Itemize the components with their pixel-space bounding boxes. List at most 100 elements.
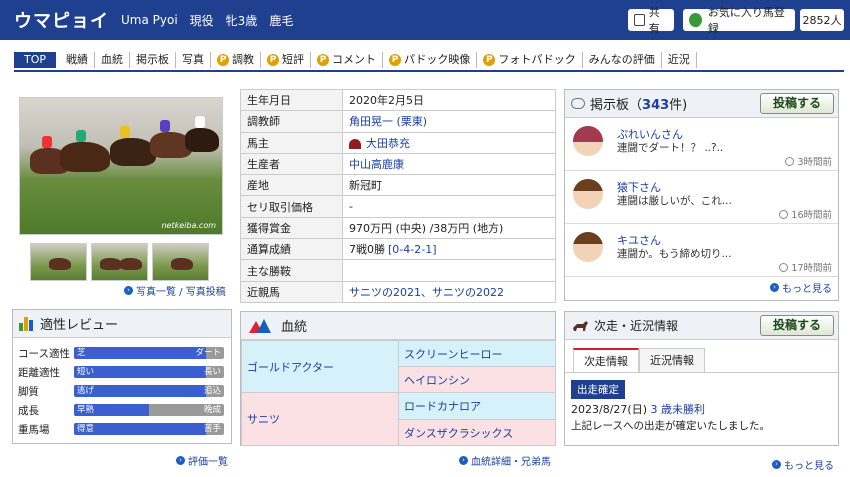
- clock-icon: [785, 156, 795, 166]
- tab-2[interactable]: 血統: [95, 52, 131, 68]
- profile-value-cell: 大田恭充: [342, 131, 556, 154]
- main-photo[interactable]: netkeiba.com: [19, 97, 223, 235]
- race-more-link[interactable]: › もっと見る: [772, 457, 834, 472]
- tab-0[interactable]: TOP: [14, 52, 57, 68]
- pedigree-dam-dam[interactable]: ダンスザクラシックス: [398, 419, 556, 446]
- profile-value[interactable]: 角田晃一 (栗東): [349, 115, 427, 128]
- arrow-icon: ›: [176, 456, 185, 465]
- profile-value[interactable]: 大田恭充: [366, 137, 410, 150]
- horse-name: ウマピョイ: [14, 11, 109, 32]
- tab-label: TOP: [24, 53, 47, 66]
- review-label: 脚質: [18, 385, 39, 398]
- profile-value-cell: 2020年2月5日: [342, 88, 556, 112]
- review-label: 距離適性: [18, 366, 60, 379]
- profile-value: 2020年2月5日: [349, 94, 424, 108]
- pedigree-dam[interactable]: サニツ: [241, 392, 399, 446]
- profile-label: 通算成績: [240, 238, 343, 261]
- profile-label: 近親馬: [240, 280, 343, 303]
- horse-coat: 鹿毛: [269, 13, 294, 28]
- share-button[interactable]: 共有: [628, 6, 674, 35]
- profile-label: 主な勝鞍: [240, 259, 343, 282]
- board-comment[interactable]: ぷれいんさん 連闘でダート！？ ..?.. 3時間前: [565, 118, 838, 171]
- review-right-label: 追込: [203, 386, 221, 396]
- race-info-panel: 次走・近況情報 投稿する 次走情報 近況情報 出走確定 2023/8/27(日)…: [564, 311, 839, 446]
- bar-chart-icon: [19, 316, 35, 331]
- tab-next-race[interactable]: 次走情報: [573, 348, 639, 372]
- race-more-label: もっと見る: [784, 461, 834, 472]
- board-comment[interactable]: 猿下さん 連闘は厳しいが、これ... 16時間前: [565, 171, 838, 224]
- premium-badge-icon: P: [267, 54, 280, 66]
- pedigree-sire-dam[interactable]: ヘイロンシン: [398, 366, 556, 393]
- profile-label: 生年月日: [240, 88, 343, 112]
- review-bar: 得意 苦手: [74, 423, 224, 435]
- jockey-figure: [42, 136, 52, 148]
- tab-11[interactable]: 近況: [662, 52, 697, 68]
- record-link[interactable]: [0-4-2-1]: [388, 243, 437, 256]
- pedigree-detail-label: 血統詳細・兄弟馬: [471, 457, 551, 468]
- profile-value-cell: 中山高鹿康: [342, 152, 556, 176]
- profile-table: 生年月日 2020年2月5日 調教師 角田晃一 (栗東) 馬主 大田恭充 生産者 中山高鹿康産…: [240, 88, 556, 303]
- race-name-link[interactable]: 3 歳未勝利: [651, 403, 706, 416]
- review-bar: 短い 長い: [74, 366, 224, 378]
- tab-9[interactable]: P フォトパドック: [477, 52, 583, 68]
- avatar: [573, 232, 603, 262]
- profile-value[interactable]: サニツの2021、サニツの2022: [349, 286, 504, 299]
- profile-value-cell: 7戦0勝 [0-4-2-1]: [342, 238, 556, 261]
- photo-thumbnail[interactable]: [152, 243, 209, 281]
- profile-value-cell: -: [342, 195, 556, 218]
- comment-time: 17時間前: [779, 260, 832, 274]
- photo-thumbnail[interactable]: [91, 243, 148, 281]
- pedigree-detail-link[interactable]: › 血統詳細・兄弟馬: [459, 453, 551, 468]
- horse-sex-age: 牝3歳: [225, 13, 258, 28]
- tab-10[interactable]: みんなの評価: [583, 52, 662, 68]
- review-panel: 適性レビュー コース適性芝 ダート 距離適性 短い 長い 脚質 逃げ 追込 成長 早熟 晩成 重馬場 得…: [12, 309, 232, 444]
- pedigree-sire[interactable]: ゴールドアクター: [241, 340, 399, 393]
- review-label: コース適性: [18, 347, 70, 360]
- tab-1[interactable]: 戦績: [60, 52, 96, 68]
- board-more-link[interactable]: › もっと見る: [770, 280, 832, 295]
- review-title: 適性レビュー: [40, 318, 119, 333]
- race-post-button[interactable]: 投稿する: [760, 315, 834, 336]
- horse-figure: [49, 258, 71, 270]
- favorite-button[interactable]: お気に入り馬登録: [683, 6, 795, 35]
- tab-recent[interactable]: 近況情報: [639, 348, 705, 372]
- owner-silks-icon: [349, 138, 361, 149]
- jockey-figure: [160, 120, 170, 132]
- profile-value: 970万円 (中央) /38万円 (地方): [349, 221, 504, 235]
- review-list-link[interactable]: › 評価一覧: [176, 453, 228, 468]
- photo-list-link[interactable]: › 写真一覧 / 写真投稿: [124, 283, 226, 298]
- tab-4[interactable]: 写真: [176, 52, 212, 68]
- review-row: 距離適性 短い 長い: [18, 365, 226, 379]
- tab-3[interactable]: 掲示板: [130, 52, 177, 68]
- profile-value[interactable]: 中山高鹿康: [349, 158, 404, 171]
- horse-status: 現役: [189, 13, 214, 28]
- tab-label: 写真: [182, 53, 205, 66]
- jockey-figure: [120, 126, 130, 138]
- profile-label: 調教師: [240, 110, 343, 133]
- board-post-button[interactable]: 投稿する: [760, 93, 834, 114]
- premium-badge-icon: P: [483, 54, 496, 66]
- profile-row: セリ取引価格 -: [240, 195, 556, 218]
- arrow-icon: ›: [770, 283, 779, 292]
- tab-5[interactable]: P 調教: [211, 52, 262, 68]
- tab-6[interactable]: P 短評: [261, 52, 312, 68]
- comment-text: 連闘でダート！？ ..?..: [617, 142, 724, 154]
- tab-8[interactable]: P パドック映像: [383, 52, 478, 68]
- profile-row: 生産者 中山高鹿康: [240, 152, 556, 176]
- favorite-label: お気に入り馬登録: [707, 6, 785, 35]
- pedigree-dam-sire[interactable]: ロードカナロア: [398, 392, 556, 420]
- photo-thumbnail[interactable]: [30, 243, 87, 281]
- review-left-label: 早熟: [77, 405, 95, 415]
- review-row: 重馬場 得意 苦手: [18, 422, 226, 436]
- board-comment[interactable]: キユさん 連闘か。もう締め切り... 17時間前: [565, 224, 838, 277]
- profile-value: 新冠町: [349, 179, 382, 193]
- pedigree-sire-sire[interactable]: スクリーンヒーロー: [398, 340, 556, 367]
- pedigree-logo-icon: [249, 318, 273, 333]
- race-tabs: 次走情報 近況情報: [573, 348, 705, 372]
- tab-7[interactable]: P コメント: [311, 52, 384, 68]
- race-date: 2023/8/27(日): [571, 403, 647, 416]
- race-schedule: 2023/8/27(日) 3 歳未勝利: [571, 401, 705, 417]
- jockey-figure: [195, 116, 205, 128]
- horse-figure: [120, 258, 142, 270]
- profile-row: 獲得賞金 970万円 (中央) /38万円 (地方): [240, 216, 556, 240]
